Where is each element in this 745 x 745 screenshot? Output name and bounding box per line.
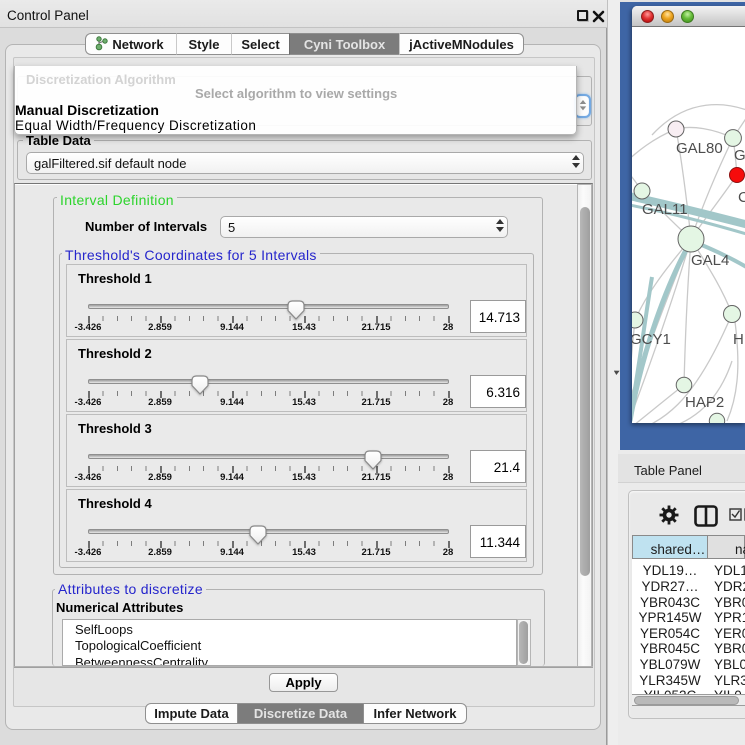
svg-text:C: C [738, 189, 745, 206]
svg-text:GAL80: GAL80 [676, 140, 723, 157]
svg-text:HAP2: HAP2 [685, 394, 724, 411]
svg-text:GA: GA [734, 147, 745, 164]
svg-text:GCY1: GCY1 [632, 331, 671, 348]
svg-text:H: H [733, 331, 744, 348]
svg-text:GAL4: GAL4 [691, 252, 729, 269]
svg-text:GAL11: GAL11 [642, 201, 688, 218]
